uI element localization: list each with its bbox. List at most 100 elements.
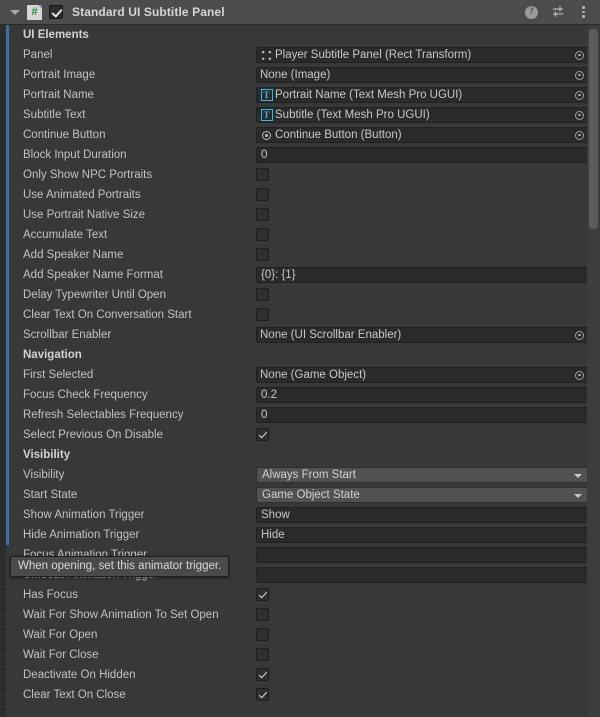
text-input[interactable]	[256, 567, 588, 583]
property-row: Select Previous On Disable	[0, 425, 600, 445]
object-field[interactable]: Continue Button (Button)	[256, 127, 588, 143]
property-field: Game Object State	[256, 487, 588, 503]
object-field[interactable]: None (UI Scrollbar Enabler)	[256, 327, 588, 343]
property-field: 0	[256, 147, 588, 163]
object-picker-icon[interactable]	[572, 48, 587, 62]
object-picker-icon[interactable]	[572, 88, 587, 102]
section-header-label: Navigation	[23, 349, 82, 361]
property-label: Wait For Show Animation To Set Open	[23, 609, 219, 621]
tooltip: When opening, set this animator trigger.	[10, 556, 230, 577]
text-input[interactable]: Show	[256, 507, 588, 523]
property-field: None (Image)	[256, 67, 588, 83]
foldout-arrow-icon[interactable]	[8, 0, 22, 25]
dropdown-select[interactable]: Always From Start	[256, 467, 588, 483]
property-field	[256, 167, 588, 183]
component-enabled-checkbox[interactable]	[49, 5, 63, 19]
property-row: UI Elements	[0, 25, 600, 45]
property-field	[256, 227, 588, 243]
property-label: Clear Text On Conversation Start	[23, 309, 192, 321]
object-field-value: Player Subtitle Panel (Rect Transform)	[275, 49, 472, 61]
property-label: Portrait Name	[23, 89, 94, 101]
object-field[interactable]: T Portrait Name (Text Mesh Pro UGUI)	[256, 87, 588, 103]
property-field: Show	[256, 507, 588, 523]
checkbox[interactable]	[256, 688, 269, 701]
property-field	[256, 567, 588, 583]
chevron-down-icon	[574, 474, 582, 478]
dropdown-value: Always From Start	[262, 469, 356, 481]
text-input[interactable]: Hide	[256, 527, 588, 543]
inspector-body: UI Elements Panel Player Subtitle Panel (R…	[0, 25, 600, 717]
property-row: Visibility	[0, 445, 600, 465]
checkbox[interactable]	[256, 308, 269, 321]
help-icon[interactable]: ?	[524, 5, 539, 20]
kebab-menu-icon[interactable]	[576, 5, 591, 20]
object-picker-icon[interactable]	[572, 368, 587, 382]
dropdown-select[interactable]: Game Object State	[256, 487, 588, 503]
text-input-value: 0	[261, 409, 268, 421]
text-input[interactable]: 0	[256, 407, 588, 423]
property-label: Block Input Duration	[23, 149, 127, 161]
object-field[interactable]: None (Image)	[256, 67, 588, 83]
property-label: Accumulate Text	[23, 229, 108, 241]
object-field[interactable]: T Subtitle (Text Mesh Pro UGUI)	[256, 107, 588, 123]
property-field	[256, 607, 588, 623]
text-input-value: 0.2	[261, 389, 277, 401]
checkbox[interactable]	[256, 628, 269, 641]
property-label: Visibility	[23, 469, 65, 481]
text-input-value: Show	[261, 509, 290, 521]
property-row: First Selected None (Game Object)	[0, 365, 600, 385]
text-input[interactable]: 0	[256, 147, 588, 163]
component-title: Standard UI Subtitle Panel	[72, 5, 225, 19]
checkbox[interactable]	[256, 288, 269, 301]
object-field[interactable]: Player Subtitle Panel (Rect Transform)	[256, 47, 588, 63]
property-label: Subtitle Text	[23, 109, 86, 121]
checkbox[interactable]	[256, 428, 269, 441]
checkbox[interactable]	[256, 168, 269, 181]
property-field	[256, 687, 588, 703]
property-row: Portrait Name T Portrait Name (Text Mesh P…	[0, 85, 600, 105]
property-field: Player Subtitle Panel (Rect Transform)	[256, 47, 588, 63]
property-row: Wait For Open	[0, 625, 600, 645]
checkbox[interactable]	[256, 608, 269, 621]
property-field: 0.2	[256, 387, 588, 403]
object-picker-icon[interactable]	[572, 328, 587, 342]
object-picker-icon[interactable]	[572, 108, 587, 122]
property-label: Wait For Open	[23, 629, 98, 641]
checkbox[interactable]	[256, 588, 269, 601]
checkbox[interactable]	[256, 668, 269, 681]
checkbox[interactable]	[256, 648, 269, 661]
property-label: Scrollbar Enabler	[23, 329, 112, 341]
property-label: Hide Animation Trigger	[23, 529, 140, 541]
property-field	[256, 627, 588, 643]
button-icon	[260, 129, 273, 142]
property-field	[256, 587, 588, 603]
object-picker-icon[interactable]	[572, 68, 587, 82]
property-label: Start State	[23, 489, 78, 501]
text-input[interactable]	[256, 547, 588, 563]
text-input[interactable]: {0}: {1}	[256, 267, 588, 283]
preset-icon[interactable]	[550, 5, 565, 20]
component-header[interactable]: # Standard UI Subtitle Panel ?	[0, 0, 600, 25]
textmeshpro-icon: T	[260, 89, 273, 102]
property-field: None (Game Object)	[256, 367, 588, 383]
property-row: Only Show NPC Portraits	[0, 165, 600, 185]
checkbox[interactable]	[256, 208, 269, 221]
text-input[interactable]: 0.2	[256, 387, 588, 403]
header-icon-group: ?	[524, 5, 600, 20]
help-icon-glyph: ?	[525, 5, 538, 19]
vertical-scrollbar[interactable]	[587, 25, 600, 717]
property-field: Always From Start	[256, 467, 588, 483]
vertical-scrollbar-thumb[interactable]	[589, 29, 598, 229]
object-picker-icon[interactable]	[572, 128, 587, 142]
property-row: Show Animation Trigger Show	[0, 505, 600, 525]
dropdown-value: Game Object State	[262, 489, 360, 501]
object-field-value: None (UI Scrollbar Enabler)	[260, 329, 402, 341]
property-field	[256, 207, 588, 223]
property-field: Continue Button (Button)	[256, 127, 588, 143]
property-label: Clear Text On Close	[23, 689, 126, 701]
checkbox[interactable]	[256, 248, 269, 261]
checkbox[interactable]	[256, 188, 269, 201]
property-row: Portrait Image None (Image)	[0, 65, 600, 85]
object-field[interactable]: None (Game Object)	[256, 367, 588, 383]
checkbox[interactable]	[256, 228, 269, 241]
